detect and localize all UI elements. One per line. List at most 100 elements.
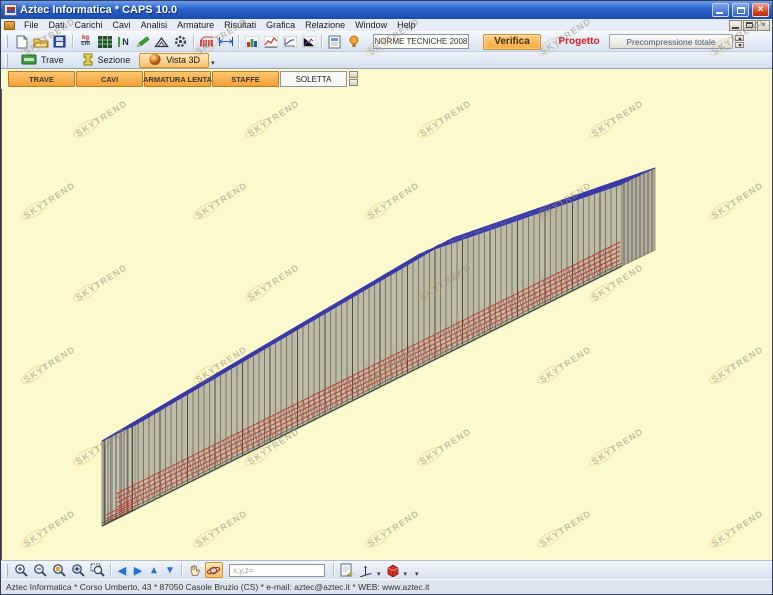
menu-help[interactable]: Help bbox=[392, 20, 421, 30]
section-grid-icon[interactable] bbox=[96, 34, 114, 50]
close-glyph: × bbox=[758, 5, 764, 15]
zoom-previous-icon[interactable] bbox=[51, 562, 69, 578]
menu-cavi[interactable]: Cavi bbox=[108, 20, 136, 30]
toolbar-grip[interactable] bbox=[5, 564, 8, 577]
vista3d-view-button[interactable]: Vista 3D bbox=[139, 53, 209, 68]
title-bar[interactable]: Aztec Informatica * CAPS 10.0 × bbox=[1, 1, 772, 19]
axes-icon[interactable] bbox=[357, 562, 375, 578]
maximize-icon[interactable] bbox=[732, 3, 749, 17]
cm-label: cm bbox=[81, 41, 90, 47]
beam-3d-drawing bbox=[2, 89, 772, 560]
zoom-extents-icon[interactable] bbox=[70, 562, 88, 578]
precompressione-button[interactable]: Precompressione totale bbox=[609, 34, 733, 49]
viewport-3d[interactable] bbox=[1, 89, 772, 560]
tab-scroll-down-icon[interactable] bbox=[349, 79, 358, 86]
app-menu-icon[interactable] bbox=[4, 21, 15, 30]
beam-green-icon bbox=[21, 53, 37, 68]
tab-staffe[interactable]: STAFFE bbox=[212, 71, 279, 87]
spinner-up-icon[interactable] bbox=[735, 35, 744, 41]
axes-dropdown-icon[interactable]: ▾ bbox=[377, 570, 381, 579]
solid-cube-icon[interactable] bbox=[383, 562, 401, 578]
chart-purple-icon[interactable] bbox=[300, 34, 318, 50]
mdi-window-controls: × bbox=[729, 20, 770, 31]
tendon-anchors-icon[interactable] bbox=[198, 34, 216, 50]
lamp-icon[interactable] bbox=[345, 34, 363, 50]
tab-armatura-lenta[interactable]: ARMATURA LENTA bbox=[144, 71, 211, 87]
toolbar-separator bbox=[321, 35, 322, 49]
status-bar: Aztec Informatica * Corso Umberto, 43 * … bbox=[1, 579, 772, 594]
edit-pencil-icon[interactable] bbox=[134, 34, 152, 50]
menu-file[interactable]: File bbox=[19, 20, 44, 30]
close-icon[interactable]: × bbox=[752, 3, 769, 17]
menu-relazione[interactable]: Relazione bbox=[300, 20, 350, 30]
chart-multicolor-icon[interactable] bbox=[243, 34, 261, 50]
main-toolbar: kgcm N NORME TECNICHE 2008 bbox=[1, 31, 772, 51]
menu-window[interactable]: Window bbox=[350, 20, 392, 30]
mdi-restore-glyph bbox=[746, 22, 753, 28]
trave-view-button[interactable]: Trave bbox=[12, 53, 73, 68]
view-toolbar: Trave Sezione Vista 3D ▾ bbox=[1, 51, 772, 68]
pan-down-icon[interactable]: ▼ bbox=[162, 563, 178, 578]
coords-input[interactable] bbox=[229, 564, 325, 577]
minimize-glyph bbox=[716, 12, 723, 14]
menu-analisi[interactable]: Analisi bbox=[136, 20, 173, 30]
cube-dropdown-icon[interactable]: ▾ bbox=[404, 570, 408, 579]
toolbar-spinner[interactable] bbox=[735, 35, 744, 48]
sphere-3d-icon bbox=[148, 53, 162, 68]
mdi-minimize-icon[interactable] bbox=[729, 20, 742, 31]
trave-view-label: Trave bbox=[41, 55, 64, 65]
minimize-icon[interactable] bbox=[712, 3, 729, 17]
toolbar-separator bbox=[193, 35, 194, 49]
menu-risultati[interactable]: Risultati bbox=[219, 20, 261, 30]
chart-red-icon[interactable] bbox=[262, 34, 280, 50]
verifica-button[interactable]: Verifica bbox=[483, 34, 541, 50]
open-folder-icon[interactable] bbox=[32, 34, 50, 50]
save-icon[interactable] bbox=[51, 34, 69, 50]
application-window: Aztec Informatica * CAPS 10.0 × File Dat… bbox=[0, 0, 773, 595]
toolbar-grip[interactable] bbox=[5, 35, 8, 48]
chart-blue-icon[interactable] bbox=[281, 34, 299, 50]
tab-soletta[interactable]: SOLETTA bbox=[280, 71, 347, 87]
pan-left-icon[interactable]: ◀ bbox=[114, 563, 130, 578]
norme-tecniche-button[interactable]: NORME TECNICHE 2008 bbox=[373, 34, 469, 49]
toolbar-separator bbox=[181, 563, 182, 577]
materials-kgcm-icon[interactable]: kgcm bbox=[77, 34, 95, 50]
pan-right-icon[interactable]: ▶ bbox=[130, 563, 146, 578]
toolbar-separator bbox=[333, 563, 334, 577]
tab-scroll-up-icon[interactable] bbox=[349, 71, 358, 78]
report-icon[interactable] bbox=[326, 34, 344, 50]
tab-cavi[interactable]: CAVI bbox=[76, 71, 143, 87]
menu-armature[interactable]: Armature bbox=[172, 20, 219, 30]
progetto-button[interactable]: Progetto bbox=[554, 34, 604, 50]
menu-bar: File Dati Carichi Cavi Analisi Armature … bbox=[1, 19, 772, 31]
orbit-3d-icon[interactable] bbox=[205, 562, 223, 578]
menu-grafica[interactable]: Grafica bbox=[261, 20, 300, 30]
mdi-restore-icon[interactable] bbox=[743, 20, 756, 31]
app-icon[interactable] bbox=[4, 4, 17, 16]
status-text: Aztec Informatica * Corso Umberto, 43 * … bbox=[6, 582, 429, 592]
pan-hand-icon[interactable] bbox=[186, 562, 204, 578]
pan-up-icon[interactable]: ▲ bbox=[146, 563, 162, 578]
toolbar-grip[interactable] bbox=[5, 54, 8, 67]
mdi-close-icon[interactable]: × bbox=[757, 20, 770, 31]
export-view-icon[interactable] bbox=[338, 562, 356, 578]
toolbar-overflow-icon[interactable]: ▾ bbox=[415, 570, 419, 579]
zoom-window-icon[interactable] bbox=[89, 562, 107, 578]
zoom-out-icon[interactable] bbox=[32, 562, 50, 578]
zoom-in-icon[interactable] bbox=[13, 562, 31, 578]
toolbar-separator bbox=[72, 35, 73, 49]
gear-icon[interactable] bbox=[172, 34, 190, 50]
menu-dati[interactable]: Dati bbox=[44, 20, 70, 30]
view-toolbar-dropdown-icon[interactable]: ▾ bbox=[211, 59, 215, 68]
menu-carichi[interactable]: Carichi bbox=[70, 20, 108, 30]
mdi-close-glyph: × bbox=[761, 21, 766, 29]
axial-force-icon[interactable]: N bbox=[115, 34, 133, 50]
sezione-view-button[interactable]: Sezione bbox=[73, 53, 140, 68]
tab-trave[interactable]: TRAVE bbox=[8, 71, 75, 87]
dimension-icon[interactable] bbox=[217, 34, 235, 50]
tab-scroll-buttons[interactable] bbox=[349, 71, 358, 86]
new-file-icon[interactable] bbox=[13, 34, 31, 50]
truss-icon[interactable] bbox=[153, 34, 171, 50]
spinner-down-icon[interactable] bbox=[735, 42, 744, 48]
mdi-minimize-glyph bbox=[732, 27, 739, 29]
